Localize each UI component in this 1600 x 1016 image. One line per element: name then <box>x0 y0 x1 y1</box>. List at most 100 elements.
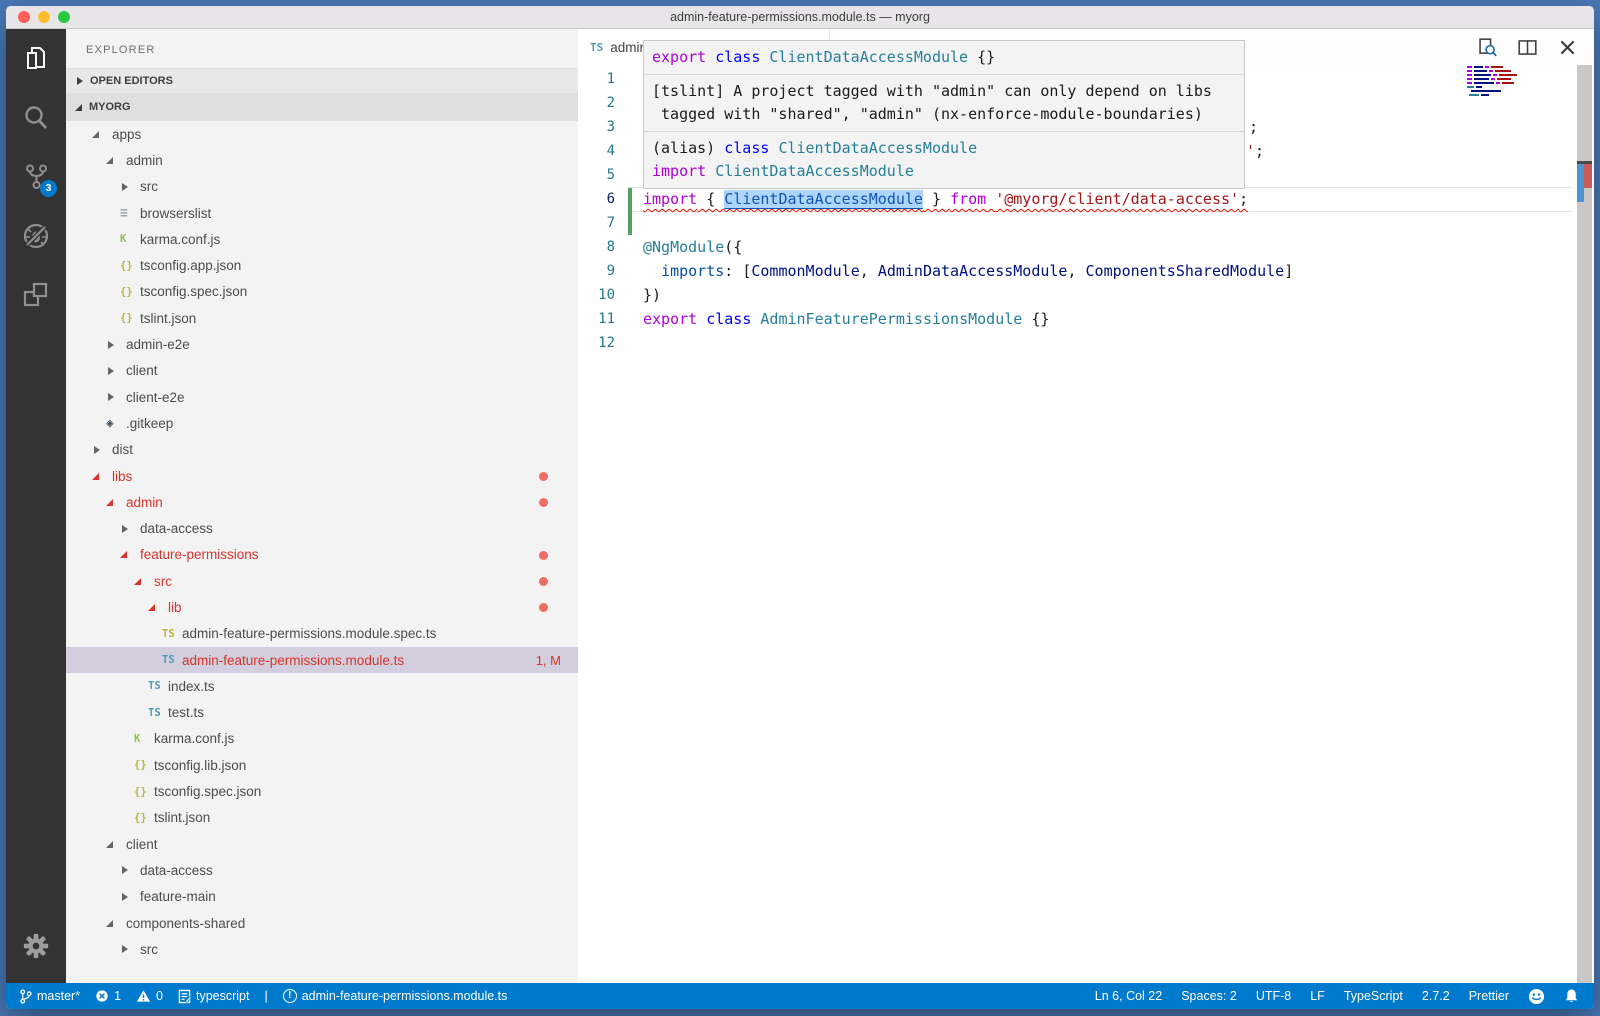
tree-folder-components-shared[interactable]: components-shared <box>66 910 578 936</box>
tree-folder-client-e2e[interactable]: client-e2e <box>66 384 578 410</box>
tree-file-browserslist[interactable]: ≡browserslist <box>66 200 578 226</box>
status-problems-errors[interactable]: 1 <box>95 989 121 1003</box>
hover-signature: export class ClientDataAccessModule {} <box>644 41 1244 75</box>
chevron-expanded-icon <box>120 551 127 558</box>
tree-folder-apps[interactable]: apps <box>66 121 578 147</box>
tree-file-admin-feature-permissions.module.ts[interactable]: TS admin-feature-permissions.module.ts 1, … <box>66 647 578 673</box>
modified-dot-indicator <box>539 472 548 481</box>
smiley-icon <box>1528 988 1545 1005</box>
tree-file-tsconfig.app.json[interactable]: {}tsconfig.app.json <box>66 252 578 278</box>
line-number: 3 <box>578 115 615 139</box>
tree-file-tsconfig.lib.json[interactable]: {}tsconfig.lib.json <box>66 752 578 778</box>
chevron-expanded-icon <box>134 578 141 585</box>
tree-file-karma.conf.js[interactable]: Kkarma.conf.js <box>66 726 578 752</box>
tree-folder-src[interactable]: src <box>66 174 578 200</box>
status-feedback-smiley[interactable] <box>1528 988 1545 1005</box>
code-line-12[interactable]: 12 <box>578 331 1548 355</box>
tree-item-label: feature-main <box>140 889 216 904</box>
tree-file-tsconfig.spec.json[interactable]: {}tsconfig.spec.json <box>66 778 578 804</box>
status-separator: | <box>264 989 267 1003</box>
status-ts-version[interactable]: 2.7.2 <box>1422 989 1450 1003</box>
activity-debug-icon[interactable] <box>6 206 66 265</box>
status-git-branch-status[interactable]: master* <box>19 989 80 1004</box>
code-line-7[interactable]: 7 <box>578 211 1548 235</box>
status-problems-warnings[interactable]: 0 <box>136 989 163 1003</box>
status-label: UTF-8 <box>1256 989 1291 1003</box>
tree-item-label: data-access <box>140 521 213 536</box>
tree-item-label: admin-feature-permissions.module.ts <box>182 653 404 668</box>
tree-folder-client[interactable]: client <box>66 831 578 857</box>
close-editor-icon[interactable] <box>1557 37 1578 58</box>
tree-folder-admin[interactable]: admin <box>66 147 578 173</box>
tree-folder-feature-main[interactable]: feature-main <box>66 884 578 910</box>
activity-explorer-icon[interactable] <box>6 29 66 88</box>
tree-file-karma.conf.js[interactable]: Kkarma.conf.js <box>66 226 578 252</box>
code-line-6[interactable]: 6import { ClientDataAccessModule } from … <box>578 187 1548 211</box>
status-file-lint-status[interactable]: ! admin-feature-permissions.module.ts <box>283 989 508 1003</box>
open-editors-header[interactable]: OPEN EDITORS <box>66 68 578 93</box>
json-file-icon: {} <box>120 260 133 272</box>
linked-symbol[interactable]: ClientDataAccessModule <box>724 190 923 208</box>
tree-item-label: karma.conf.js <box>140 232 220 247</box>
status-label: Ln 6, Col 22 <box>1095 989 1162 1003</box>
tree-folder-admin[interactable]: admin <box>66 489 578 515</box>
status-notifications-bell[interactable] <box>1564 988 1579 1004</box>
activity-settings-icon[interactable] <box>6 916 66 975</box>
hover-lint-message: [tslint] A project tagged with "admin" c… <box>644 75 1244 132</box>
activity-source-control-icon[interactable]: 3 <box>6 147 66 206</box>
status-linter-status[interactable]: typescript <box>178 989 250 1004</box>
ts-file-icon: TS <box>162 654 175 666</box>
ts-file-icon: TS <box>148 680 161 692</box>
tree-file-test.ts[interactable]: TStest.ts <box>66 700 578 726</box>
status-label: Spaces: 2 <box>1181 989 1237 1003</box>
tree-folder-admin-e2e[interactable]: admin-e2e <box>66 331 578 357</box>
code-line-8[interactable]: 8@NgModule({ <box>578 235 1548 259</box>
status-eol[interactable]: LF <box>1310 989 1325 1003</box>
tree-folder-dist[interactable]: dist <box>66 437 578 463</box>
chevron-expanded-icon <box>106 157 113 164</box>
code-line-11[interactable]: 11export class AdminFeaturePermissionsMo… <box>578 307 1548 331</box>
tree-item-label: admin-e2e <box>126 337 190 352</box>
code-line-9[interactable]: 9 imports: [CommonModule, AdminDataAcces… <box>578 259 1548 283</box>
tree-folder-src[interactable]: src <box>66 568 578 594</box>
window-title: admin-feature-permissions.module.ts — my… <box>6 6 1594 28</box>
split-editor-icon[interactable] <box>1517 37 1538 58</box>
tree-file-tslint.json[interactable]: {}tslint.json <box>66 305 578 331</box>
status-encoding[interactable]: UTF-8 <box>1256 989 1291 1003</box>
tree-folder-libs[interactable]: libs <box>66 463 578 489</box>
tree-folder-lib[interactable]: lib <box>66 594 578 620</box>
minimap[interactable] <box>1467 66 1537 98</box>
open-changes-icon[interactable] <box>1477 37 1498 58</box>
tree-item-label: .gitkeep <box>126 416 173 431</box>
tree-item-label: libs <box>112 469 132 484</box>
status-formatter[interactable]: Prettier <box>1469 989 1509 1003</box>
problems-modified-badge: 1, M <box>536 653 561 668</box>
workspace-root-header[interactable]: MYORG <box>66 93 578 121</box>
tree-folder-src[interactable]: src <box>66 936 578 962</box>
status-cursor-position[interactable]: Ln 6, Col 22 <box>1095 989 1162 1003</box>
status-indentation[interactable]: Spaces: 2 <box>1181 989 1237 1003</box>
line-number: 7 <box>578 211 615 235</box>
code-line-10[interactable]: 10}) <box>578 283 1548 307</box>
info-icon: ! <box>283 989 297 1003</box>
status-label: Prettier <box>1469 989 1509 1003</box>
tree-file-tsconfig.spec.json[interactable]: {}tsconfig.spec.json <box>66 279 578 305</box>
tree-file-tslint.json[interactable]: {}tslint.json <box>66 805 578 831</box>
activity-search-icon[interactable] <box>6 88 66 147</box>
tree-folder-feature-permissions[interactable]: feature-permissions <box>66 542 578 568</box>
overview-ruler[interactable] <box>1577 65 1592 983</box>
activity-extensions-icon[interactable] <box>6 265 66 324</box>
tree-item-label: karma.conf.js <box>154 731 234 746</box>
tree-item-label: dist <box>112 442 133 457</box>
tree-folder-data-access[interactable]: data-access <box>66 515 578 541</box>
scm-changes-badge: 3 <box>40 180 57 197</box>
typescript-file-icon: TS <box>590 41 603 54</box>
tree-folder-data-access[interactable]: data-access <box>66 857 578 883</box>
tree-file-index.ts[interactable]: TSindex.ts <box>66 673 578 699</box>
status-label: admin-feature-permissions.module.ts <box>302 989 508 1003</box>
tree-file-.gitkeep[interactable]: ◈.gitkeep <box>66 410 578 436</box>
sidebar-explorer: EXPLORER OPEN EDITORS MYORG appsadminsrc… <box>66 29 578 983</box>
status-language-mode[interactable]: TypeScript <box>1344 989 1403 1003</box>
tree-folder-client[interactable]: client <box>66 358 578 384</box>
tree-file-admin-feature-permissions.module.spec.ts[interactable]: TSadmin-feature-permissions.module.spec.… <box>66 621 578 647</box>
